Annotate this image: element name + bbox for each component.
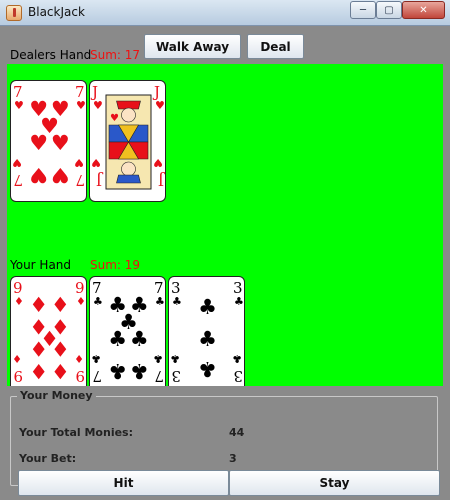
club-pip-icon: ♣ — [198, 357, 217, 381]
close-button[interactable]: ✕ — [402, 1, 445, 19]
walk-away-button[interactable]: Walk Away — [144, 34, 241, 59]
money-group-box: Your Total Monies: 44 Your Bet: 3 Hit St… — [10, 396, 440, 496]
card-rank-bottom-right: 9 — [75, 367, 85, 385]
diamond-pip-icon: ♦ — [29, 336, 48, 360]
diamond-pip-icon: ♦ — [29, 293, 48, 317]
heart-pip-icon: ♥ — [51, 163, 70, 187]
bet-value: 3 — [229, 452, 237, 465]
card-rank-bottom-left: 9 — [13, 367, 23, 385]
heart-corner-icon: ♥ — [93, 99, 103, 112]
dealer-card-seven-of-hearts: 7 ♥ 7 ♥ 7 ♥ 7 ♥ ♥ ♥ ♥ ♥ ♥ ♥ ♥ — [10, 80, 87, 202]
diamond-pip-icon: ♦ — [51, 359, 70, 383]
total-monies-value: 44 — [229, 426, 245, 439]
heart-pip-icon: ♥ — [51, 131, 70, 155]
money-panel-title: Your Money — [17, 389, 96, 402]
card-face: 9♦9♦9♦9♦♦ ♦♦ ♦♦♦ ♦♦ ♦ — [12, 279, 86, 385]
club-corner-icon: ♣ — [172, 295, 182, 308]
club-pip-icon: ♣ — [108, 359, 127, 383]
card-face: J♥J♥J♥J♥♥ — [90, 83, 166, 190]
diamond-corner-icon: ♦ — [76, 295, 86, 308]
club-corner-icon: ♣ — [153, 352, 163, 365]
your-hand-label: Your Hand — [10, 258, 72, 272]
card-rank-bottom-left: 7 — [92, 367, 102, 385]
player-sum: Sum: 19 — [90, 258, 141, 272]
diamond-pip-icon: ♦ — [51, 336, 70, 360]
dealer-hand-label: Dealers Hand — [10, 48, 92, 62]
heart-corner-icon: ♥ — [14, 99, 24, 112]
java-app-icon — [6, 5, 22, 21]
diamond-pip-icon: ♦ — [29, 359, 48, 383]
player-card-three-of-clubs: 3 ♣ 3 ♣ 3 ♣ 3 ♣ ♣ ♣ ♣ — [168, 276, 245, 398]
card-rank-bottom-left: J — [96, 171, 104, 189]
card-rank-bottom-right: 3 — [233, 367, 243, 385]
minimize-button[interactable]: ─ — [350, 1, 376, 19]
club-corner-icon: ♣ — [91, 352, 101, 365]
card-face: 7♣7♣7♣7♣♣ ♣♣♣ ♣♣ ♣ — [91, 279, 165, 385]
card-table: 7 ♥ 7 ♥ 7 ♥ 7 ♥ ♥ ♥ ♥ ♥ ♥ ♥ ♥ J ♥ J ♥ J ♥ J ♥ ♥ Your Hand Sum:… — [7, 64, 443, 398]
club-pip-icon: ♣ — [130, 359, 149, 383]
club-corner-icon: ♣ — [170, 352, 180, 365]
club-corner-icon: ♣ — [155, 295, 165, 308]
club-pip-icon: ♣ — [108, 327, 127, 351]
club-corner-icon: ♣ — [93, 295, 103, 308]
card-rank-bottom-right: J — [158, 171, 166, 189]
heart-pip-icon: ♥ — [29, 131, 48, 155]
card-rank-bottom-right: 7 — [75, 171, 85, 189]
diamond-pip-icon: ♦ — [51, 293, 70, 317]
club-pip-icon: ♣ — [198, 327, 217, 351]
maximize-button[interactable]: ▢ — [376, 1, 402, 19]
diamond-corner-icon: ♦ — [74, 352, 84, 365]
heart-corner-icon: ♥ — [153, 156, 163, 169]
heart-corner-icon: ♥ — [91, 156, 101, 169]
money-panel: Your Total Monies: 44 Your Bet: 3 Hit St… — [7, 386, 443, 496]
window-title: BlackJack — [28, 5, 85, 19]
card-face: 7♥7♥7♥7♥♥ ♥♥♥ ♥♥ ♥ — [12, 83, 86, 189]
top-bar: Dealers Hand Sum: 17 Walk Away Deal — [7, 26, 443, 64]
heart-corner-icon: ♥ — [74, 156, 84, 169]
deal-button[interactable]: Deal — [247, 34, 304, 59]
dealer-sum: Sum: 17 — [90, 48, 141, 62]
card-rank-bottom-left: 7 — [13, 171, 23, 189]
bet-label: Your Bet: — [19, 452, 77, 465]
title-bar[interactable]: BlackJack ─ ▢ ✕ — [0, 0, 450, 26]
player-card-nine-of-diamonds: 9 ♦ 9 ♦ 9 ♦ 9 ♦ ♦ ♦ ♦ ♦ ♦ ♦ ♦ ♦ ♦ — [10, 276, 87, 398]
club-corner-icon: ♣ — [234, 295, 244, 308]
svg-text:♥: ♥ — [110, 113, 119, 124]
heart-corner-icon: ♥ — [12, 156, 22, 169]
player-card-seven-of-clubs: 7 ♣ 7 ♣ 7 ♣ 7 ♣ ♣ ♣ ♣ ♣ ♣ ♣ ♣ — [89, 276, 166, 398]
diamond-corner-icon: ♦ — [12, 352, 22, 365]
heart-corner-icon: ♥ — [155, 99, 165, 112]
card-rank-bottom-right: 7 — [154, 367, 164, 385]
total-monies-label: Your Total Monies: — [19, 426, 133, 439]
club-pip-icon: ♣ — [130, 327, 149, 351]
club-pip-icon: ♣ — [198, 295, 217, 319]
heart-pip-icon: ♥ — [29, 163, 48, 187]
diamond-corner-icon: ♦ — [14, 295, 24, 308]
club-corner-icon: ♣ — [232, 352, 242, 365]
card-face: 3♣3♣3♣3♣♣♣♣ — [170, 279, 244, 385]
stay-button[interactable]: Stay — [229, 470, 440, 496]
game-content: Dealers Hand Sum: 17 Walk Away Deal 7 ♥ 7 ♥… — [7, 26, 443, 496]
hit-button[interactable]: Hit — [18, 470, 229, 496]
card-rank-bottom-left: 3 — [171, 367, 181, 385]
heart-corner-icon: ♥ — [76, 99, 86, 112]
dealer-card-jack-of-hearts: J ♥ J ♥ J ♥ J ♥ ♥ — [89, 80, 166, 202]
